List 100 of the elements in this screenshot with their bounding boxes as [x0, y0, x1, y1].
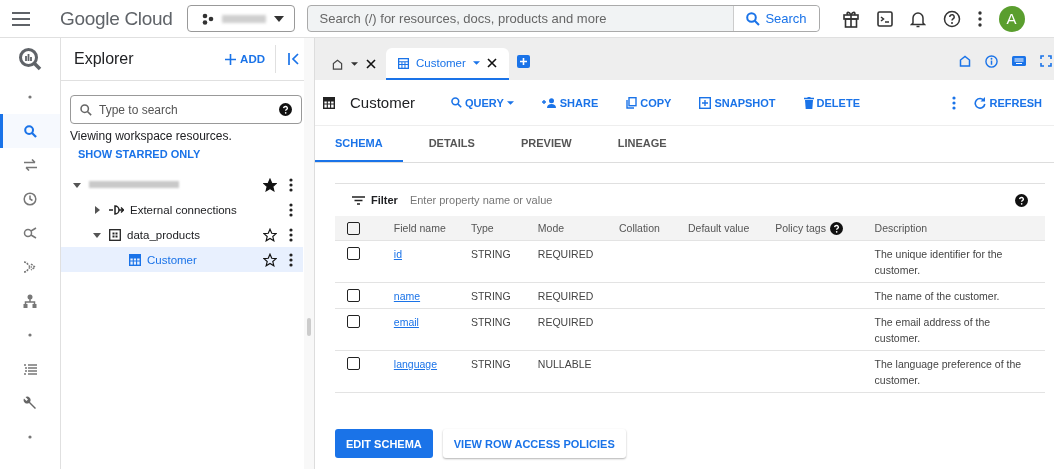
- help-icon[interactable]: [1015, 193, 1028, 207]
- menu-icon[interactable]: [12, 11, 30, 26]
- field-link[interactable]: language: [393, 358, 438, 370]
- tab[interactable]: DETAILS: [408, 126, 495, 162]
- more-icon[interactable]: [289, 202, 293, 217]
- table-cell: The unique identifier for the customer.: [874, 248, 1003, 276]
- toolbar-button[interactable]: COPY: [626, 96, 672, 109]
- filter-label: Filter: [371, 194, 398, 206]
- toolbar-button[interactable]: SHARE: [541, 96, 599, 109]
- magnifier-chart-icon: [18, 47, 42, 71]
- info-text: Viewing workspace resources.: [70, 129, 233, 143]
- tab[interactable]: SCHEMA: [315, 126, 403, 162]
- gift-icon[interactable]: [841, 9, 860, 28]
- project-selector[interactable]: [186, 5, 295, 32]
- redacted-project-name: [221, 14, 266, 23]
- keyboard-icon[interactable]: [1012, 56, 1026, 66]
- fork-icon: [23, 227, 37, 239]
- checkbox[interactable]: [347, 221, 360, 235]
- column-header: Policy tags: [775, 222, 826, 234]
- more-icon[interactable]: [289, 227, 293, 242]
- star-outline-icon[interactable]: [263, 227, 277, 242]
- table-cell: STRING: [470, 248, 511, 260]
- notifications-icon[interactable]: [909, 9, 926, 28]
- search-button[interactable]: Search: [733, 6, 819, 31]
- tree-item[interactable]: External connections: [61, 197, 303, 222]
- table-cell: The language preference of the customer.: [874, 358, 1022, 386]
- collapse-icon[interactable]: [288, 53, 300, 65]
- toolbar-button[interactable]: QUERY: [451, 96, 514, 109]
- column-header: Description: [874, 222, 928, 234]
- fullscreen-icon[interactable]: [1040, 55, 1052, 67]
- checkbox[interactable]: [347, 357, 360, 370]
- collapse-caret-icon[interactable]: [93, 230, 101, 239]
- column-header: Collation: [619, 222, 660, 234]
- tree-item[interactable]: Customer: [61, 247, 303, 272]
- table-cell: REQUIRED: [537, 290, 594, 302]
- list-icon: [23, 363, 37, 375]
- secondary-button[interactable]: VIEW ROW ACCESS POLICIES: [442, 429, 626, 458]
- table-icon: [323, 96, 335, 109]
- help-icon[interactable]: [942, 9, 961, 28]
- add-person-icon: [541, 97, 557, 108]
- checkbox[interactable]: [347, 247, 360, 260]
- more-icon[interactable]: [977, 10, 982, 27]
- add-button[interactable]: ADD: [225, 53, 265, 65]
- filter-field[interactable]: Enter property name or value: [407, 193, 1009, 207]
- table-icon: [129, 253, 141, 266]
- logo[interactable]: Google Cloud: [60, 7, 173, 30]
- toolbar-button[interactable]: DELETE: [803, 96, 860, 109]
- column-header: Default value: [687, 222, 750, 234]
- transfer-arrows-icon: [23, 159, 37, 171]
- checkbox[interactable]: [347, 289, 360, 302]
- help-icon[interactable]: [829, 221, 843, 235]
- rail-item[interactable]: [0, 114, 60, 148]
- table-cell: STRING: [470, 290, 511, 302]
- search-icon: [23, 124, 37, 138]
- copy-icon: [626, 96, 638, 109]
- trash-icon: [803, 96, 814, 109]
- tree-item[interactable]: data_products: [61, 222, 303, 247]
- dots-icon: [201, 12, 214, 25]
- info-icon[interactable]: [985, 54, 998, 68]
- refresh-button[interactable]: REFRESH: [974, 96, 1042, 109]
- more-icon[interactable]: [289, 177, 293, 192]
- home-icon: [332, 58, 343, 70]
- editor-tab[interactable]: Customer: [386, 48, 509, 80]
- star-filled-icon[interactable]: [263, 177, 277, 192]
- field-link[interactable]: email: [393, 316, 419, 328]
- table-cell: The email address of the customer.: [874, 316, 991, 344]
- column-header: Field name: [393, 222, 446, 234]
- field-link[interactable]: id: [393, 248, 402, 260]
- search-field[interactable]: Search (/) for resources, docs, products and more Search: [306, 5, 820, 32]
- close-icon[interactable]: [366, 59, 376, 69]
- more-icon[interactable]: [289, 252, 293, 267]
- checkbox[interactable]: [347, 315, 360, 328]
- help-icon[interactable]: [279, 103, 292, 116]
- dot-icon: [28, 95, 32, 99]
- plus-square-icon: [699, 96, 712, 109]
- edit-schema-button[interactable]: EDIT SCHEMA: [335, 429, 433, 458]
- caret-icon: [506, 100, 514, 105]
- hierarchy-icon: [23, 294, 37, 308]
- scrollbar[interactable]: [307, 318, 311, 336]
- expand-caret-icon[interactable]: [93, 205, 101, 214]
- clock-icon: [23, 192, 37, 206]
- tab-label: Customer: [416, 57, 466, 69]
- tree-item-label: Customer: [147, 253, 197, 266]
- show-starred-link[interactable]: SHOW STARRED ONLY: [78, 148, 304, 160]
- search-field[interactable]: Type to search: [70, 95, 302, 124]
- toolbar-button[interactable]: SNAPSHOT: [699, 96, 776, 109]
- field-link[interactable]: name: [393, 290, 421, 302]
- collapse-caret-icon[interactable]: [73, 180, 81, 189]
- avatar[interactable]: A: [998, 5, 1025, 32]
- new-tab-icon[interactable]: [516, 54, 530, 68]
- home-icon[interactable]: [959, 55, 971, 67]
- star-outline-icon[interactable]: [263, 252, 277, 267]
- table-cell: STRING: [470, 358, 511, 370]
- caret-icon[interactable]: [351, 62, 358, 66]
- filter-icon: [352, 195, 365, 205]
- refresh-icon: [974, 96, 987, 109]
- tab[interactable]: PREVIEW: [500, 126, 592, 162]
- close-icon[interactable]: [486, 58, 497, 68]
- tab[interactable]: LINEAGE: [597, 126, 687, 162]
- terminal-icon[interactable]: [876, 10, 893, 27]
